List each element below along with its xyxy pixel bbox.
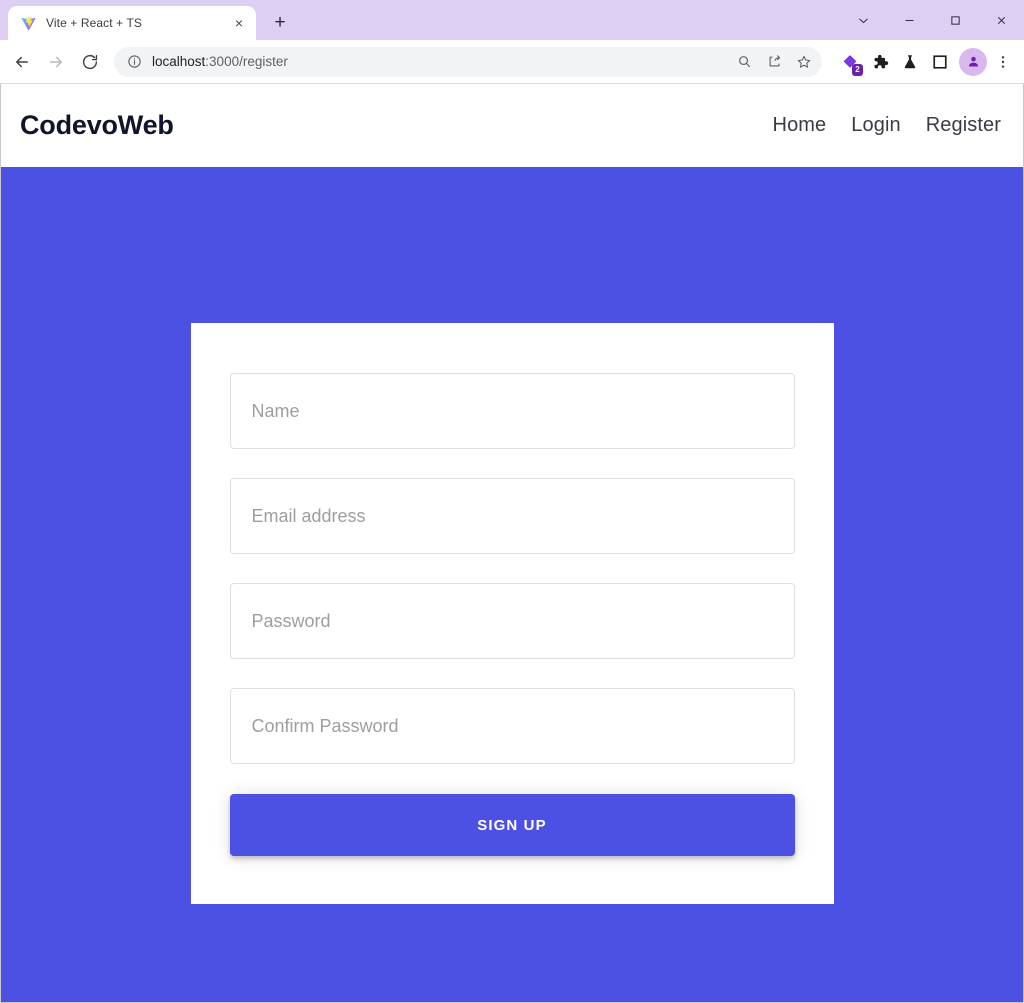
url-host: localhost xyxy=(152,54,206,69)
forward-button[interactable] xyxy=(40,46,72,78)
share-icon[interactable] xyxy=(760,48,788,76)
extensions-puzzle-icon[interactable] xyxy=(866,48,894,76)
register-form-card: SIGN UP xyxy=(190,323,834,904)
vite-logo-icon xyxy=(20,15,37,32)
bookmark-star-icon[interactable] xyxy=(790,48,818,76)
page-content: SIGN UP xyxy=(1,167,1023,1002)
flask-experiment-icon[interactable] xyxy=(896,48,924,76)
site-nav-links: Home Login Register xyxy=(773,114,1001,137)
nav-link-login[interactable]: Login xyxy=(851,114,900,137)
site-brand-logo[interactable]: CodevoWeb xyxy=(20,110,174,141)
page-viewport: CodevoWeb Home Login Register SIGN UP xyxy=(0,84,1024,1003)
window-controls xyxy=(840,0,1024,40)
confirm-password-input[interactable] xyxy=(229,688,795,764)
extension-icons: 2 xyxy=(836,48,954,76)
field-spacer xyxy=(230,659,795,688)
profile-avatar[interactable] xyxy=(959,47,987,76)
password-input[interactable] xyxy=(229,583,795,659)
new-tab-button[interactable]: + xyxy=(265,7,295,37)
browser-tab[interactable]: Vite + React + TS × xyxy=(8,6,256,40)
email-input[interactable] xyxy=(229,478,795,554)
tab-close-icon[interactable]: × xyxy=(230,14,248,32)
name-input[interactable] xyxy=(229,373,795,449)
reload-button[interactable] xyxy=(74,46,106,78)
info-circle-icon[interactable] xyxy=(125,53,143,71)
split-view-icon[interactable] xyxy=(926,48,954,76)
url-path: :3000/register xyxy=(205,54,288,69)
field-spacer xyxy=(230,554,795,583)
close-window-button[interactable] xyxy=(978,0,1024,40)
tab-search-button[interactable] xyxy=(840,0,886,40)
chrome-menu-button[interactable] xyxy=(990,48,1016,76)
tab-title: Vite + React + TS xyxy=(46,16,142,30)
zoom-icon[interactable] xyxy=(730,48,758,76)
nav-link-register[interactable]: Register xyxy=(926,114,1001,137)
sign-up-button[interactable]: SIGN UP xyxy=(229,794,795,856)
field-spacer xyxy=(230,449,795,478)
tab-strip: Vite + React + TS × + xyxy=(0,0,1024,40)
site-navbar: CodevoWeb Home Login Register xyxy=(1,84,1023,167)
extension-badge-count: 2 xyxy=(852,63,863,76)
omnibox-actions xyxy=(730,48,818,76)
browser-toolbar: localhost:3000/register 2 xyxy=(0,40,1024,84)
nav-link-home[interactable]: Home xyxy=(773,114,827,137)
address-bar-url: localhost:3000/register xyxy=(152,54,730,69)
address-bar[interactable]: localhost:3000/register xyxy=(114,46,822,77)
maximize-button[interactable] xyxy=(932,0,978,40)
minimize-button[interactable] xyxy=(886,0,932,40)
browser-window: Vite + React + TS × + localhost:3000/reg… xyxy=(0,0,1024,1003)
purple-diamond-extension-icon[interactable]: 2 xyxy=(836,48,864,76)
back-button[interactable] xyxy=(6,46,38,78)
